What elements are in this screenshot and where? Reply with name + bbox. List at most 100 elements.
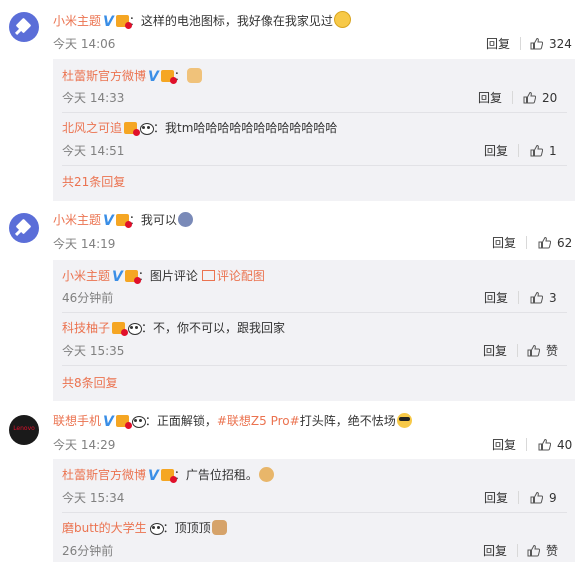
reply-body: ：不，你不可以，跟我回家	[141, 321, 286, 335]
cat-emoji-icon	[211, 520, 227, 535]
avatar-logo-text: Lenovo	[13, 425, 35, 432]
like-label: 赞	[546, 544, 559, 558]
like-button[interactable]: 赞	[527, 543, 558, 559]
action-divider	[518, 291, 519, 304]
cool-emoji-icon	[396, 413, 412, 428]
view-image-link[interactable]: 评论配图	[201, 269, 265, 283]
reply-text: 磨butt的大学生 ：顶顶顶	[62, 520, 227, 536]
thumb-up-icon	[530, 291, 543, 304]
reply-button[interactable]: 回复	[478, 90, 502, 106]
reply-author[interactable]: 科技柚子	[62, 321, 110, 335]
fan-badge-icon	[160, 70, 177, 84]
reply-button[interactable]: 回复	[492, 235, 516, 251]
like-button[interactable]: 20	[523, 90, 557, 106]
comment-author[interactable]: 联想手机	[53, 414, 101, 428]
thumb-up-icon	[538, 236, 551, 249]
verified-icon: V	[103, 213, 114, 229]
panda-badge-icon	[139, 122, 155, 135]
comment-author[interactable]: 小米主题	[53, 14, 101, 28]
action-divider	[517, 344, 518, 357]
reply-divider	[62, 312, 567, 313]
reply-time: 今天 15:35	[62, 344, 125, 358]
like-count: 324	[549, 37, 572, 51]
action-divider	[526, 438, 527, 451]
reply-time: 今天 15:34	[62, 491, 125, 505]
avatar[interactable]	[9, 12, 39, 42]
reply-author[interactable]: 杜蕾斯官方微博	[62, 468, 146, 482]
thumb-up-icon	[527, 344, 540, 357]
like-button[interactable]: 62	[538, 235, 572, 251]
like-count: 20	[542, 91, 558, 105]
reply-button[interactable]: 回复	[483, 543, 507, 559]
fan-badge-icon	[124, 270, 141, 284]
action-divider	[520, 37, 521, 50]
like-count: 40	[557, 438, 573, 452]
action-divider	[512, 91, 513, 104]
comment-time: 今天 14:19	[53, 237, 116, 251]
reply-text: 杜蕾斯官方微博 V ：广告位招租。	[62, 467, 274, 484]
action-divider	[518, 144, 519, 157]
like-button[interactable]: 3	[530, 290, 557, 306]
like-label: 赞	[546, 344, 559, 358]
like-button[interactable]: 1	[530, 143, 557, 159]
reply-author[interactable]: 磨butt的大学生	[62, 521, 147, 535]
reply-author[interactable]: 小米主题	[62, 269, 110, 283]
pout-emoji-icon	[177, 212, 193, 227]
like-button[interactable]: 324	[530, 36, 572, 52]
handshake-emoji-icon	[186, 68, 202, 83]
view-image-label: 评论配图	[216, 269, 265, 283]
reply-button[interactable]: 回复	[484, 490, 508, 506]
verified-icon: V	[148, 468, 159, 484]
comment-time: 今天 14:06	[53, 37, 116, 51]
comment-text: 小米主题 V ：我可以	[53, 212, 193, 229]
like-count: 3	[549, 291, 557, 305]
reply-divider	[62, 365, 567, 366]
comment-author[interactable]: 小米主题	[53, 213, 101, 227]
verified-icon: V	[103, 14, 114, 30]
reply-button[interactable]: 回复	[483, 343, 507, 359]
thumb-up-icon	[530, 144, 543, 157]
image-icon	[201, 270, 215, 281]
avatar[interactable]: Lenovo	[9, 415, 39, 445]
reply-text: 北风之可追 ：我tm哈哈哈哈哈哈哈哈哈哈哈哈	[62, 120, 337, 136]
reply-button[interactable]: 回复	[484, 143, 508, 159]
reply-text: 科技柚子 ：不，你不可以，跟我回家	[62, 320, 285, 336]
reply-button[interactable]: 回复	[486, 36, 510, 52]
reply-body: ：顶顶顶	[162, 521, 211, 535]
like-button[interactable]: 9	[530, 490, 557, 506]
thumb-up-icon	[523, 91, 536, 104]
action-divider	[526, 236, 527, 249]
panda-badge-icon	[127, 322, 143, 335]
reply-author[interactable]: 杜蕾斯官方微博	[62, 69, 146, 83]
fan-badge-icon	[115, 415, 132, 429]
like-button[interactable]: 赞	[527, 343, 558, 359]
fan-badge-icon	[115, 214, 132, 228]
more-replies-link[interactable]: 共21条回复	[62, 174, 125, 190]
avatar[interactable]	[9, 213, 39, 243]
reply-body: ：我tm哈哈哈哈哈哈哈哈哈哈哈哈	[153, 121, 338, 135]
verified-icon: V	[148, 69, 159, 85]
comment-body: ：我可以	[128, 213, 177, 227]
like-count: 9	[549, 491, 557, 505]
comment-text: 联想手机 V ：正面解锁，#联想Z5 Pro#打头阵，绝不怯场	[53, 413, 412, 430]
reply-divider	[62, 512, 567, 513]
fan-badge-icon	[124, 122, 141, 136]
panda-badge-icon	[131, 415, 146, 428]
comment-body: ：这样的电池图标，我好像在我家见过	[128, 14, 333, 28]
reply-button[interactable]: 回复	[492, 437, 516, 453]
reply-body: ：图片评论	[137, 269, 198, 283]
thumb-up-icon	[527, 544, 540, 557]
thumb-up-icon	[530, 491, 543, 504]
reply-button[interactable]: 回复	[484, 290, 508, 306]
like-count: 1	[549, 144, 557, 158]
laugh-emoji-icon	[333, 11, 351, 28]
fan-badge-icon	[112, 322, 129, 336]
verified-icon: V	[112, 269, 123, 285]
hashtag-link[interactable]: #联想Z5 Pro#	[217, 414, 300, 428]
reply-author[interactable]: 北风之可追	[62, 121, 122, 135]
comment-body-suffix: 打头阵，绝不怯场	[299, 414, 396, 428]
verified-icon: V	[103, 414, 114, 430]
reply-time: 今天 14:51	[62, 144, 125, 158]
like-button[interactable]: 40	[538, 437, 572, 453]
more-replies-link[interactable]: 共8条回复	[62, 375, 118, 391]
